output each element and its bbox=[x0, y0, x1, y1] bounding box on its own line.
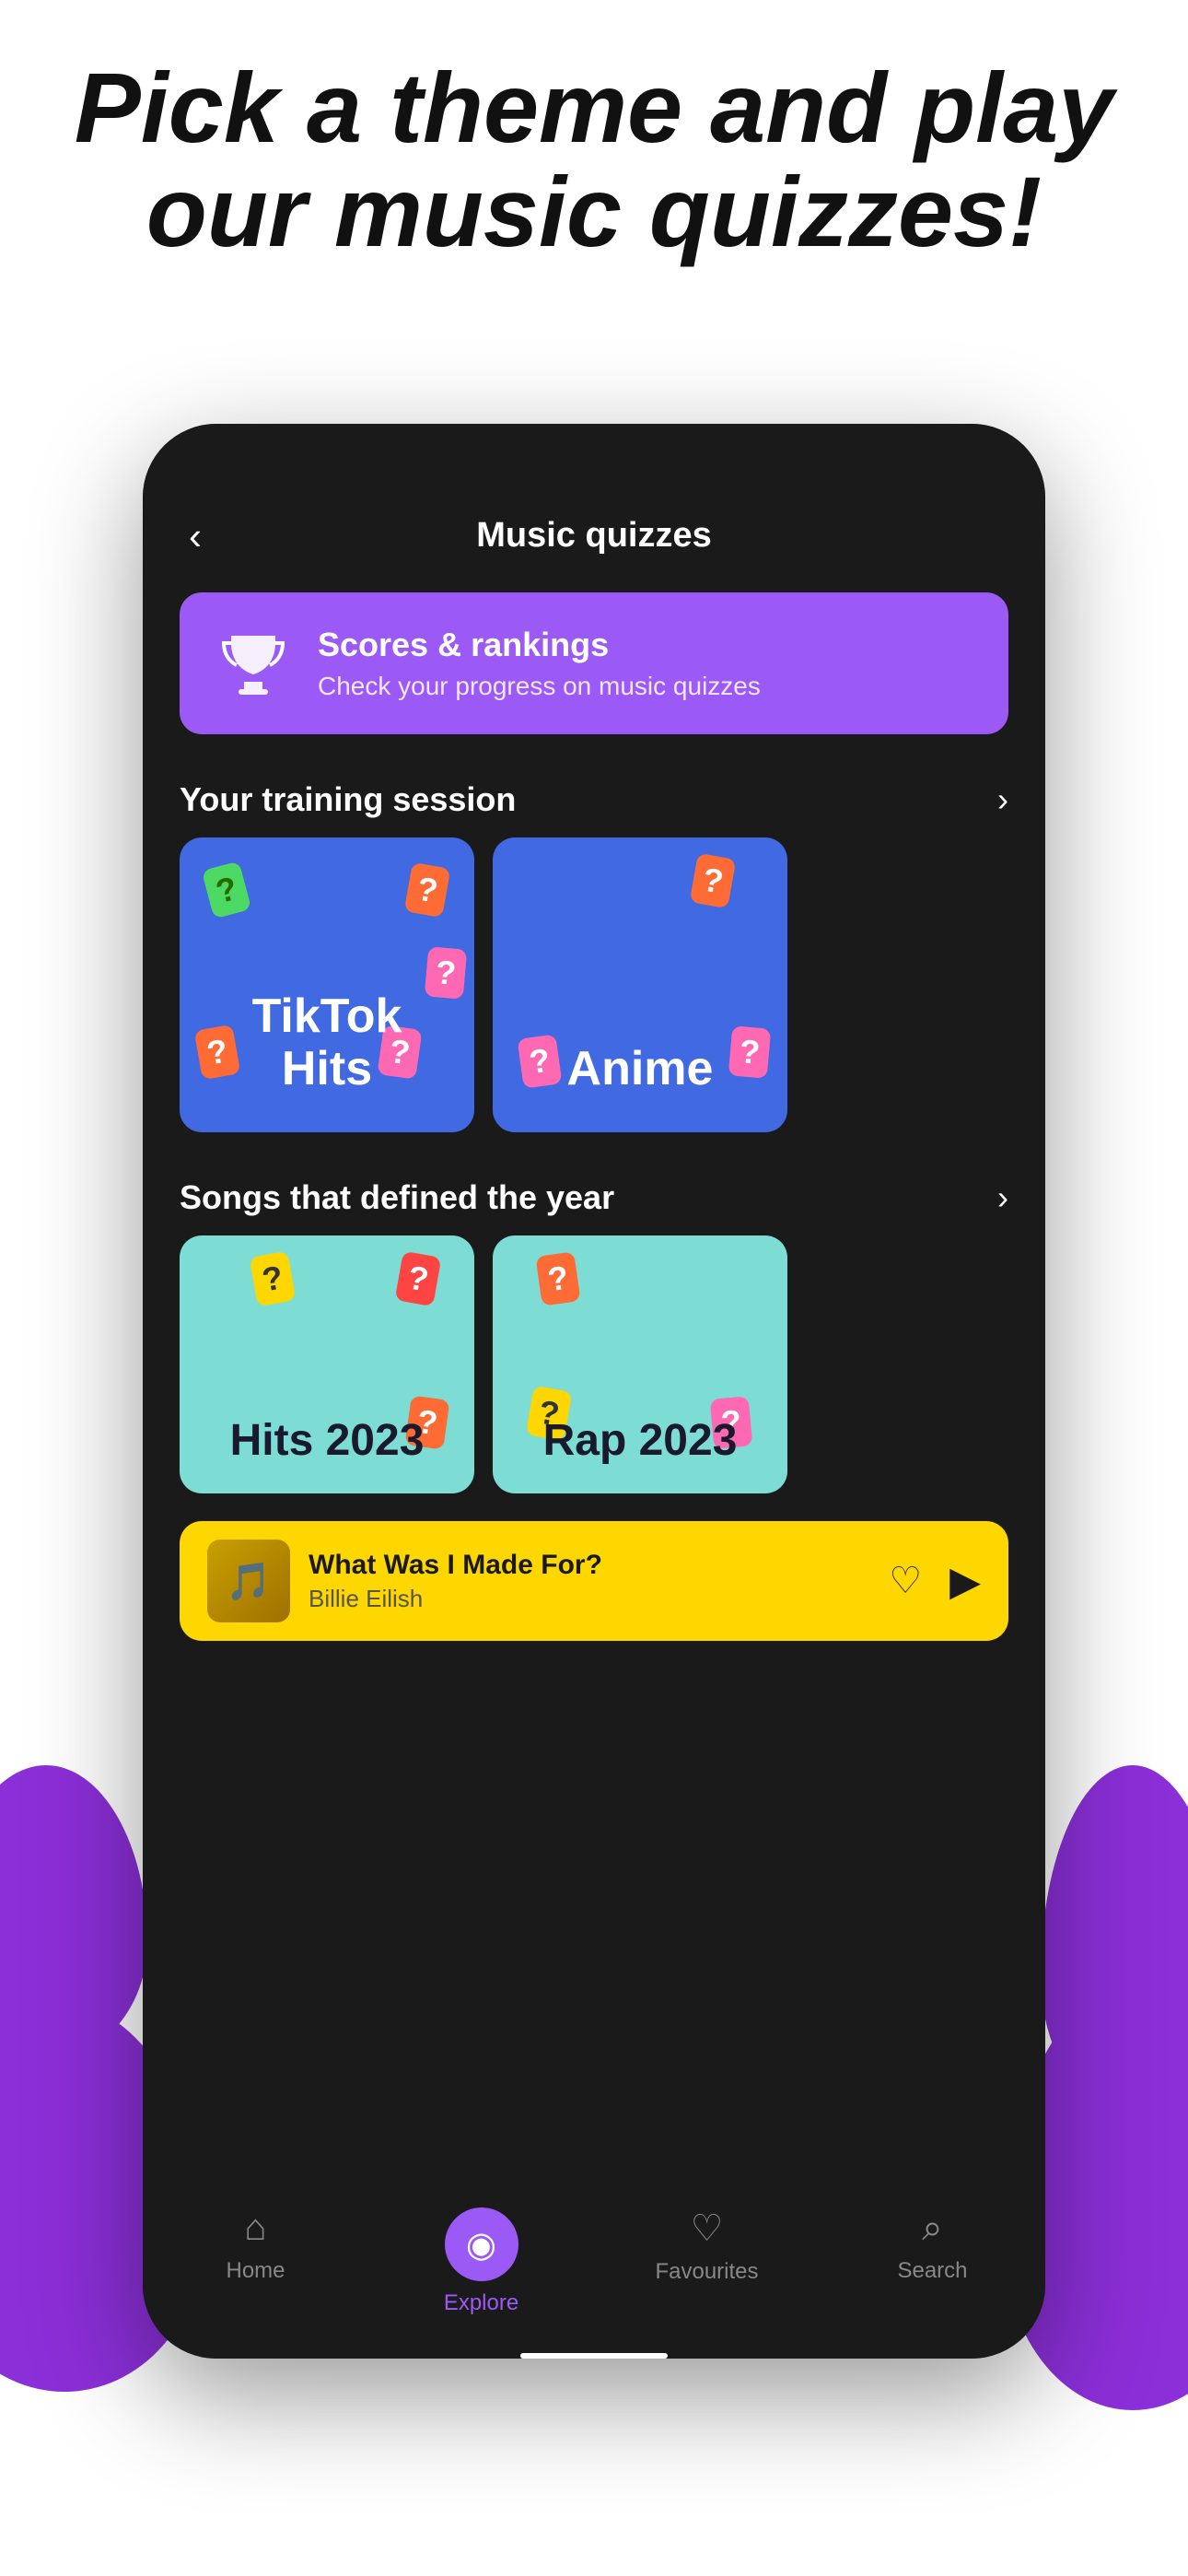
year-section-header[interactable]: Songs that defined the year › bbox=[143, 1160, 1045, 1235]
qmark-decoration: ? bbox=[395, 1251, 442, 1306]
now-playing-bar[interactable]: 🎵 What Was I Made For? Billie Eilish ♡ ▶ bbox=[180, 1521, 1008, 1641]
phone-notch bbox=[143, 424, 1045, 488]
nav-item-explore[interactable]: ◉ Explore bbox=[368, 2207, 594, 2316]
trophy-icon bbox=[216, 626, 290, 700]
scores-rankings-banner[interactable]: Scores & rankings Check your progress on… bbox=[180, 592, 1008, 734]
training-cards-row: ? ? ? ? ? TikTokHits ? ? ? Anime bbox=[143, 837, 1045, 1132]
heart-button[interactable]: ♡ bbox=[889, 1560, 922, 1602]
hero-title: Pick a theme and play our music quizzes! bbox=[0, 55, 1188, 264]
favourites-icon: ♡ bbox=[691, 2207, 724, 2250]
play-button[interactable]: ▶ bbox=[949, 1558, 981, 1605]
nav-item-home[interactable]: ⌂ Home bbox=[143, 2207, 368, 2316]
training-section-title: Your training session bbox=[180, 780, 516, 819]
explore-label: Explore bbox=[444, 2290, 518, 2316]
training-section-header[interactable]: Your training session › bbox=[143, 762, 1045, 837]
hits-2023-label: Hits 2023 bbox=[180, 1417, 474, 1466]
nav-item-favourites[interactable]: ♡ Favourites bbox=[594, 2207, 820, 2316]
tiktok-hits-card[interactable]: ? ? ? ? ? TikTokHits bbox=[180, 837, 474, 1132]
track-title: What Was I Made For? bbox=[309, 1550, 870, 1581]
search-label: Search bbox=[897, 2258, 967, 2284]
qmark-decoration: ? bbox=[535, 1251, 580, 1306]
explore-icon: ◉ bbox=[466, 2224, 496, 2266]
home-label: Home bbox=[226, 2258, 285, 2284]
track-info: What Was I Made For? Billie Eilish bbox=[309, 1550, 870, 1613]
hits-2023-card[interactable]: ? ? ? Hits 2023 bbox=[180, 1235, 474, 1493]
qmark-decoration: ? bbox=[690, 853, 737, 908]
back-button[interactable]: ‹ bbox=[189, 514, 202, 558]
album-art: 🎵 bbox=[207, 1540, 290, 1622]
scores-title: Scores & rankings bbox=[318, 626, 761, 664]
tiktok-hits-label: TikTokHits bbox=[180, 990, 474, 1095]
home-icon: ⌂ bbox=[244, 2207, 266, 2249]
anime-card[interactable]: ? ? ? Anime bbox=[493, 837, 787, 1132]
explore-bubble: ◉ bbox=[445, 2207, 518, 2281]
anime-label: Anime bbox=[493, 1043, 787, 1095]
bottom-nav: ⌂ Home ◉ Explore ♡ Favourites ⌕ bbox=[143, 2189, 1045, 2344]
qmark-decoration: ? bbox=[404, 862, 451, 918]
top-bar: ‹ Music quizzes bbox=[143, 488, 1045, 574]
nav-item-search[interactable]: ⌕ Search bbox=[820, 2207, 1045, 2316]
scores-subtitle: Check your progress on music quizzes bbox=[318, 672, 761, 701]
qmark-decoration: ? bbox=[250, 1251, 297, 1306]
qmark-decoration: ? bbox=[202, 861, 252, 919]
scores-text: Scores & rankings Check your progress on… bbox=[318, 626, 761, 701]
track-artist: Billie Eilish bbox=[309, 1585, 870, 1613]
favourites-label: Favourites bbox=[655, 2259, 758, 2285]
screen-content: ‹ Music quizzes Scores & rankings Check … bbox=[143, 488, 1045, 2359]
year-chevron-icon: › bbox=[997, 1178, 1008, 1217]
screen-title: Music quizzes bbox=[476, 516, 712, 556]
rap-2023-label: Rap 2023 bbox=[493, 1417, 787, 1466]
rap-2023-card[interactable]: ? ? ? Rap 2023 bbox=[493, 1235, 787, 1493]
home-indicator bbox=[520, 2353, 668, 2359]
year-cards-row: ? ? ? Hits 2023 ? ? ? Rap 2023 bbox=[143, 1235, 1045, 1493]
phone-screen: ‹ Music quizzes Scores & rankings Check … bbox=[143, 424, 1045, 2359]
search-icon: ⌕ bbox=[922, 2207, 942, 2249]
training-chevron-icon: › bbox=[997, 780, 1008, 819]
phone-mockup: ‹ Music quizzes Scores & rankings Check … bbox=[143, 424, 1045, 2359]
year-section-title: Songs that defined the year bbox=[180, 1178, 614, 1217]
